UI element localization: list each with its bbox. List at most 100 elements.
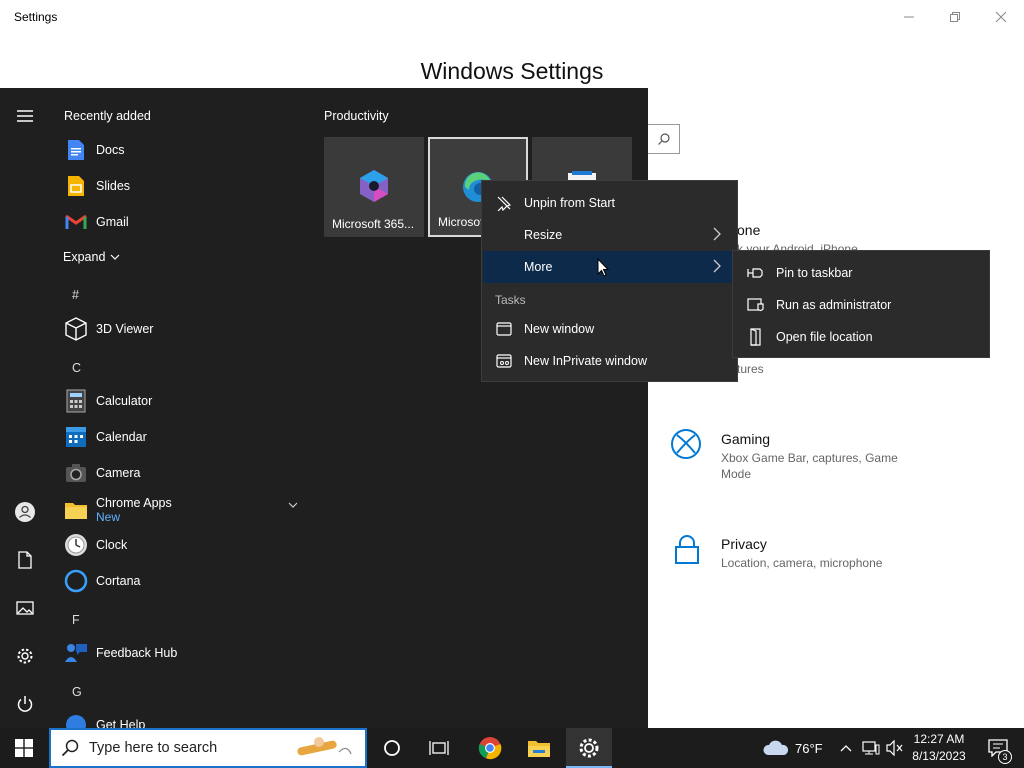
tile-microsoft-365[interactable]: Microsoft 365... — [324, 137, 424, 237]
letter-header-f[interactable]: F — [72, 613, 80, 627]
cortana-button[interactable] — [369, 728, 415, 768]
app-3d-viewer[interactable]: 3D Viewer — [64, 314, 153, 344]
app-clock[interactable]: Clock — [64, 530, 127, 560]
menu-item-pin-taskbar[interactable]: Pin to taskbar — [733, 257, 989, 289]
taskbar-search-box[interactable]: Type here to search — [49, 728, 367, 768]
chevron-down-icon[interactable] — [288, 496, 298, 514]
unpin-icon — [495, 194, 513, 212]
menu-item-more[interactable]: More — [483, 251, 736, 283]
inprivate-icon — [495, 352, 513, 370]
new-badge: New — [96, 510, 121, 524]
action-center-button[interactable]: 3 — [978, 728, 1018, 768]
gear-icon — [579, 738, 599, 758]
power-icon — [17, 696, 33, 712]
notification-count-badge: 3 — [998, 750, 1012, 764]
window-icon — [495, 320, 513, 338]
close-icon — [995, 11, 1007, 23]
settings-taskbar-button[interactable] — [566, 728, 612, 768]
letter-header-hash[interactable]: # — [72, 288, 79, 302]
chevron-down-icon — [110, 254, 120, 260]
pictures-button[interactable] — [13, 596, 37, 620]
hamburger-icon — [17, 110, 33, 122]
settings-category-privacy[interactable]: Privacy Location, camera, microphone — [721, 536, 921, 571]
user-account-button[interactable] — [13, 500, 37, 524]
search-icon — [61, 739, 79, 757]
file-location-icon — [747, 328, 765, 346]
clock-date[interactable]: 8/13/2023 — [910, 749, 968, 763]
pin-icon — [747, 264, 765, 282]
app-label: Clock — [96, 538, 128, 552]
power-button[interactable] — [13, 692, 37, 716]
menu-item-open-location[interactable]: Open file location — [733, 321, 989, 353]
calendar-icon — [64, 425, 88, 449]
app-gmail[interactable]: Gmail — [64, 207, 129, 237]
letter-header-g[interactable]: G — [72, 685, 82, 699]
settings-rail-button[interactable] — [13, 644, 37, 668]
menu-item-resize[interactable]: Resize — [483, 219, 736, 251]
clock-icon — [64, 533, 88, 557]
menu-item-run-admin[interactable]: Run as administrator — [733, 289, 989, 321]
app-calendar[interactable]: Calendar — [64, 422, 147, 452]
pictures-icon — [16, 601, 34, 615]
folder-icon — [528, 741, 550, 757]
menu-label: Run as administrator — [776, 298, 892, 312]
network-button[interactable] — [860, 728, 882, 768]
weather-temperature[interactable]: 76°F — [795, 741, 823, 756]
app-label: Calendar — [96, 430, 147, 444]
start-button[interactable] — [0, 728, 48, 768]
feedback-icon — [64, 641, 88, 665]
maximize-button[interactable] — [932, 4, 978, 30]
menu-label: New window — [524, 322, 595, 336]
menu-item-new-window[interactable]: New window — [483, 313, 736, 345]
minimize-button[interactable] — [886, 4, 932, 30]
app-slides[interactable]: Slides — [64, 171, 130, 201]
menu-label: Pin to taskbar — [776, 266, 853, 280]
cortana-circle-icon — [384, 740, 400, 756]
app-label: Docs — [96, 143, 125, 157]
show-hidden-icons-button[interactable] — [836, 728, 856, 768]
documents-button[interactable] — [13, 548, 37, 572]
app-label: Camera — [96, 466, 141, 480]
windows-icon — [15, 739, 33, 757]
clock-time[interactable]: 12:27 AM — [912, 732, 966, 746]
phone-title-fragment[interactable]: one — [737, 222, 760, 238]
more-submenu: Pin to taskbar Run as administrator Open… — [732, 250, 990, 358]
expand-button[interactable]: Expand — [63, 250, 120, 264]
settings-category-gaming[interactable]: Gaming Xbox Game Bar, captures, Game Mod… — [721, 431, 921, 482]
task-view-icon — [429, 741, 449, 755]
menu-label: New InPrivate window — [524, 354, 647, 368]
taskbar: Type here to search 76°F 12:27 AM 8/13/2… — [0, 728, 1024, 768]
settings-search-button[interactable] — [648, 124, 680, 154]
chrome-taskbar-button[interactable] — [467, 728, 513, 768]
search-highlight-illustration-icon — [297, 737, 352, 756]
gear-icon — [17, 648, 33, 664]
menu-label: Unpin from Start — [524, 196, 616, 210]
menu-item-new-inprivate[interactable]: New InPrivate window — [483, 345, 736, 377]
productivity-group-title: Productivity — [324, 109, 389, 123]
file-explorer-button[interactable] — [516, 728, 562, 768]
app-chrome-apps[interactable]: Chrome Apps New — [64, 492, 172, 528]
app-calculator[interactable]: Calculator — [64, 386, 152, 416]
app-get-help[interactable]: Get Help — [64, 710, 145, 728]
app-label: Calculator — [96, 394, 153, 408]
privacy-title: Privacy — [721, 536, 767, 552]
volume-button[interactable] — [884, 728, 906, 768]
gaming-title: Gaming — [721, 431, 771, 447]
app-label: Feedback Hub — [96, 646, 178, 660]
app-label: 3D Viewer — [96, 322, 154, 336]
letter-header-c[interactable]: C — [72, 361, 81, 375]
app-cortana[interactable]: Cortana — [64, 566, 140, 596]
search-placeholder: Type here to search — [89, 740, 218, 756]
app-feedback-hub[interactable]: Feedback Hub — [64, 638, 177, 668]
tile-context-menu: Unpin from Start Resize More Tasks New w… — [481, 180, 738, 382]
menu-item-unpin[interactable]: Unpin from Start — [483, 187, 736, 219]
menu-label: Open file location — [776, 330, 873, 344]
task-view-button[interactable] — [416, 728, 462, 768]
desc-fragment: tures — [737, 362, 764, 376]
weather-icon[interactable] — [760, 728, 792, 768]
app-label: Cortana — [96, 574, 141, 588]
app-docs[interactable]: Docs — [64, 135, 124, 165]
app-camera[interactable]: Camera — [64, 458, 140, 488]
close-button[interactable] — [978, 4, 1024, 30]
hamburger-menu-button[interactable] — [13, 104, 37, 128]
